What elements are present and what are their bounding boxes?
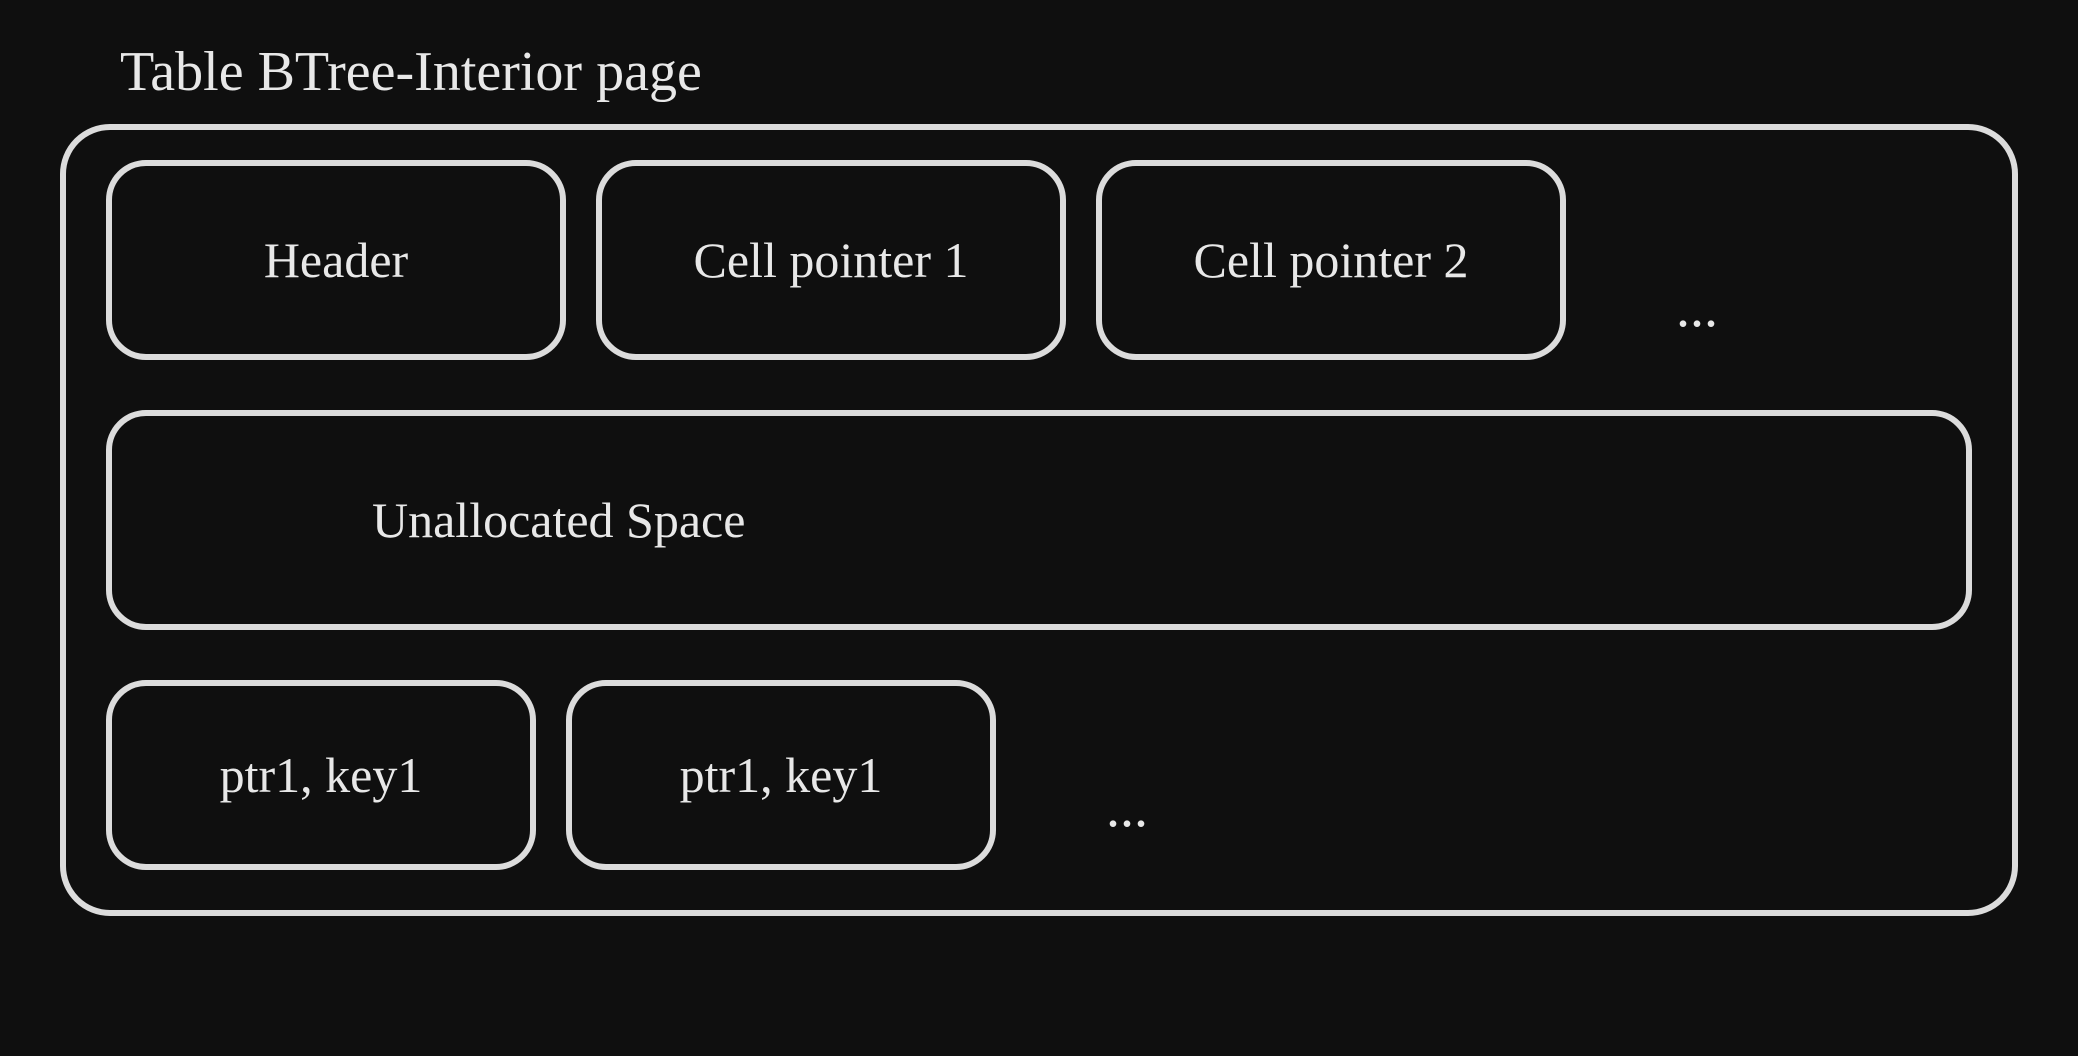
bottom-row: ptr1, key1 ptr1, key1 ... <box>106 680 1972 870</box>
diagram-title: Table BTree-Interior page <box>120 40 2018 104</box>
page-container: Header Cell pointer 1 Cell pointer 2 ...… <box>60 124 2018 916</box>
bottom-ellipsis: ... <box>1106 776 1148 870</box>
top-ellipsis: ... <box>1676 276 1718 360</box>
middle-row: Unallocated Space <box>106 410 1972 630</box>
cell-pointer-1-box: Cell pointer 1 <box>596 160 1066 360</box>
unallocated-space-box: Unallocated Space <box>106 410 1972 630</box>
header-box: Header <box>106 160 566 360</box>
cell-pointer-2-box: Cell pointer 2 <box>1096 160 1566 360</box>
ptr-key-cell-2: ptr1, key1 <box>566 680 996 870</box>
top-row: Header Cell pointer 1 Cell pointer 2 ... <box>106 160 1972 360</box>
ptr-key-cell-1: ptr1, key1 <box>106 680 536 870</box>
